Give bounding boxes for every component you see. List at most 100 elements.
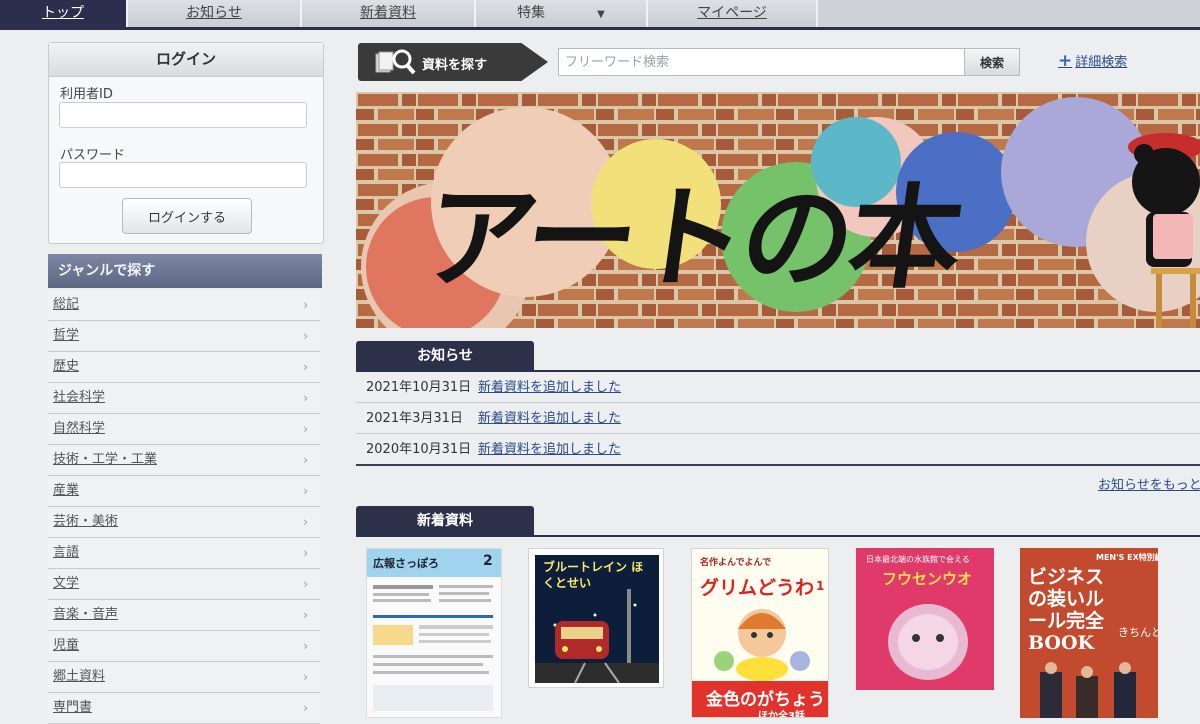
- genre-item[interactable]: 技術・工学・工業 ›: [48, 445, 320, 476]
- feature-banner[interactable]: アートの本: [356, 92, 1200, 328]
- genre-item-label: 哲学: [53, 328, 80, 343]
- genre-item[interactable]: 文学 ›: [48, 569, 320, 600]
- chevron-right-icon: ›: [303, 422, 308, 436]
- news-section-title: お知らせ: [356, 341, 534, 371]
- genre-item-label: 言語: [53, 545, 80, 560]
- genre-item-label: 専門書: [53, 700, 93, 715]
- genre-item-label: 音楽・音声: [53, 607, 119, 622]
- news-list: 2021年10月31日 新着資料を追加しました 2021年3月31日 新着資料を追加…: [356, 372, 1200, 465]
- cover-fish-illustration: [888, 604, 968, 680]
- news-item: 2020年10月31日 新着資料を追加しました: [356, 434, 1200, 465]
- chevron-right-icon: ›: [303, 391, 308, 405]
- advanced-search-link[interactable]: + 詳細検索: [1058, 51, 1127, 71]
- cover-title: ブルートレイン ほくとせい: [543, 560, 644, 590]
- genre-item-label: 歴史: [53, 359, 80, 374]
- nav-item-new-materials[interactable]: 新着資料: [302, 0, 476, 27]
- chevron-right-icon: ›: [303, 608, 308, 622]
- cover-side-text: きちんと感: [1118, 626, 1158, 639]
- genre-item[interactable]: 産業 ›: [48, 476, 320, 507]
- chevron-right-icon: ›: [303, 453, 308, 467]
- book-cover[interactable]: 広報さっぽろ 2: [366, 548, 502, 718]
- genre-item[interactable]: 歴史 ›: [48, 352, 320, 383]
- news-link[interactable]: 新着資料を追加しました: [478, 442, 621, 457]
- nav-item-top[interactable]: トップ: [0, 0, 128, 27]
- genre-item[interactable]: 専門書 ›: [48, 693, 320, 724]
- chevron-right-icon: ›: [303, 484, 308, 498]
- caret-down-icon: ▼: [597, 9, 605, 20]
- genre-item[interactable]: 言語 ›: [48, 538, 320, 569]
- book-cover[interactable]: ブルートレイン ほくとせい: [528, 548, 664, 688]
- login-button[interactable]: ログインする: [122, 198, 252, 234]
- news-bottom-divider: [356, 464, 1200, 466]
- genre-item-label: 文学: [53, 576, 80, 591]
- chevron-right-icon: ›: [303, 515, 308, 529]
- cover-top-text: MEN'S EX特別編集: [1096, 553, 1158, 562]
- genre-item[interactable]: 音楽・音声 ›: [48, 600, 320, 631]
- news-item: 2021年10月31日 新着資料を追加しました: [356, 372, 1200, 403]
- user-id-label: 利用者ID: [60, 87, 113, 102]
- news-date: 2021年3月31日: [366, 411, 463, 426]
- chevron-right-icon: ›: [303, 670, 308, 684]
- user-id-input[interactable]: [59, 102, 307, 128]
- advanced-search-label: 詳細検索: [1075, 55, 1128, 70]
- book-search-icon: [374, 48, 418, 80]
- nav-item-special-label: 特集: [517, 5, 546, 21]
- cover-body-lines: [373, 585, 493, 711]
- cover-title: フウセンウオ: [882, 570, 973, 588]
- genre-item[interactable]: 社会科学 ›: [48, 383, 320, 414]
- cover-title: 広報さっぽろ: [373, 557, 439, 570]
- genre-item[interactable]: 総記 ›: [48, 290, 320, 321]
- nav-item-news[interactable]: お知らせ: [128, 0, 302, 27]
- news-link[interactable]: 新着資料を追加しました: [478, 380, 621, 395]
- genre-item-label: 芸術・美術: [53, 514, 119, 529]
- news-date: 2021年10月31日: [366, 380, 472, 395]
- cover-volume: 1: [816, 579, 825, 593]
- genre-item[interactable]: 哲学 ›: [48, 321, 320, 352]
- genre-item[interactable]: 郷土資料 ›: [48, 662, 320, 693]
- genre-item-label: 技術・工学・工業: [53, 452, 158, 467]
- news-more-link[interactable]: お知らせをもっと: [1098, 474, 1200, 493]
- new-materials-section-title: 新着資料: [356, 506, 534, 536]
- genre-item-label: 児童: [53, 638, 80, 653]
- book-cover[interactable]: 名作よんでよんで グリムどうわ 1 金色のがちょう ほか全3話: [691, 548, 829, 718]
- cover-people-illustration: [1040, 662, 1136, 718]
- genre-header: ジャンルで探す: [48, 254, 322, 288]
- news-item: 2021年3月31日 新着資料を追加しました: [356, 403, 1200, 434]
- genre-list: 総記 › 哲学 › 歴史 › 社会科学 › 自然科学 › 技術・工学・工業 › 産業 › 芸術…: [48, 290, 320, 724]
- chevron-right-icon: ›: [303, 360, 308, 374]
- password-input[interactable]: [59, 162, 307, 188]
- genre-item-label: 郷土資料: [53, 669, 106, 684]
- cover-children-illustration: [714, 609, 810, 681]
- genre-item[interactable]: 自然科学 ›: [48, 414, 320, 445]
- nav-item-special[interactable]: 特集 ▼: [476, 0, 648, 27]
- chevron-right-icon: ›: [303, 577, 308, 591]
- genre-item[interactable]: 児童 ›: [48, 631, 320, 662]
- cover-title: ビジネスの装いルール完全BOOK: [1028, 566, 1105, 654]
- book-cover[interactable]: MEN'S EX特別編集 ビジネスの装いルール完全BOOK きちんと感: [1020, 548, 1158, 718]
- banner-title: アートの本: [415, 174, 968, 304]
- genre-item[interactable]: 芸術・美術 ›: [48, 507, 320, 538]
- genre-item-label: 産業: [53, 483, 80, 498]
- chevron-right-icon: ›: [303, 546, 308, 560]
- password-label: パスワード: [60, 148, 126, 163]
- cover-top-text: 日本最北端の水族館で会える: [866, 555, 970, 564]
- search-button[interactable]: 検索: [964, 48, 1020, 76]
- chevron-right-icon: ›: [303, 329, 308, 343]
- chevron-right-icon: ›: [303, 639, 308, 653]
- book-cover[interactable]: 日本最北端の水族館で会える フウセンウオ: [856, 548, 994, 690]
- cover-issue-number: 2: [483, 553, 493, 569]
- cover-top-text: 名作よんでよんで: [700, 558, 772, 568]
- top-navigation: トップ お知らせ 新着資料 特集 ▼ マイページ: [0, 0, 1200, 30]
- chevron-right-icon: ›: [303, 298, 308, 312]
- login-title: ログイン: [49, 43, 323, 77]
- search-label: 資料を探す: [358, 43, 548, 81]
- cover-sub-text: ほか全3話: [758, 711, 805, 718]
- cover-title: グリムどうわ: [700, 577, 815, 599]
- news-link[interactable]: 新着資料を追加しました: [478, 411, 621, 426]
- nav-item-mypage[interactable]: マイページ: [648, 0, 818, 27]
- genre-item-label: 自然科学: [53, 421, 106, 436]
- new-materials-divider: [356, 535, 1200, 537]
- search-input[interactable]: [558, 48, 966, 76]
- login-panel: ログイン 利用者ID パスワード ログインする: [48, 42, 324, 244]
- news-date: 2020年10月31日: [366, 442, 472, 457]
